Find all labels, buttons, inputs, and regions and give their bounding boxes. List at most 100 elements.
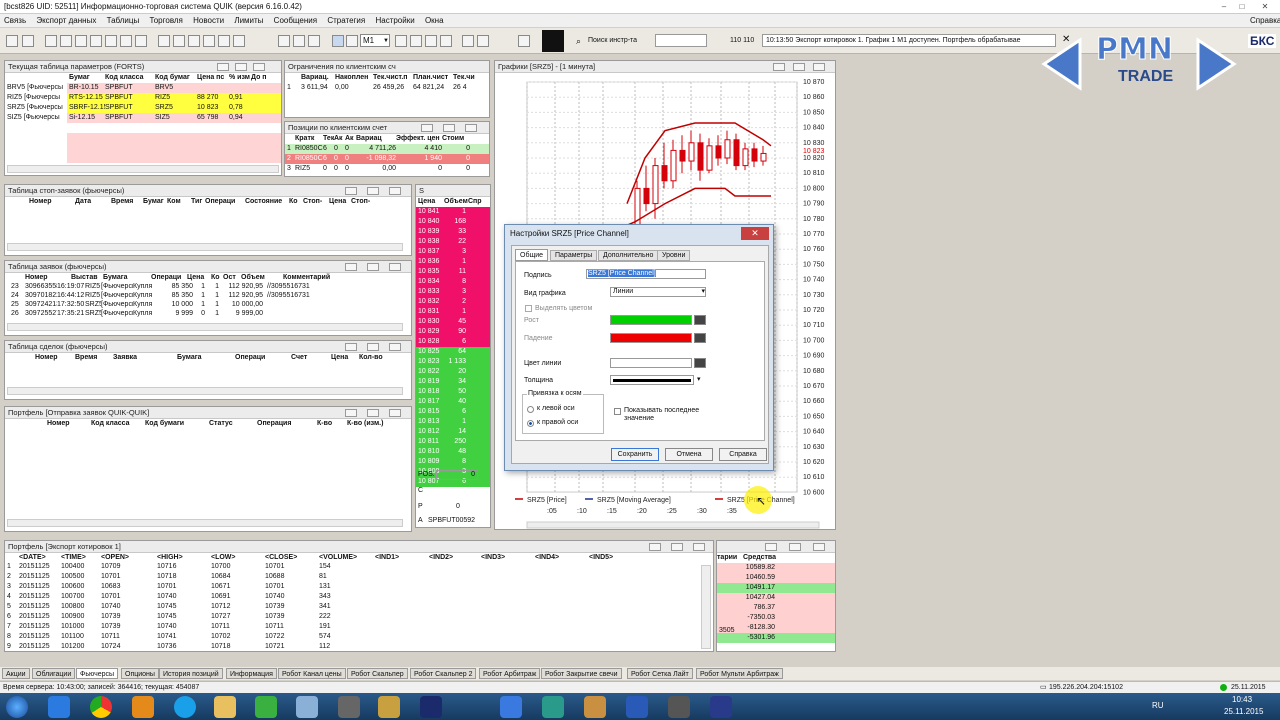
panel-close-button[interactable] [389,343,401,351]
order-book-row[interactable]: 10 836 1 [416,257,490,267]
tool-icon[interactable] [6,35,18,47]
order-book-row[interactable]: 10 822 20 [416,367,490,377]
menu-export[interactable]: Экспорт данных [36,16,96,25]
panel-minimize-button[interactable] [345,263,357,271]
printer-icon[interactable] [338,696,360,718]
minimize-button[interactable]: – [1218,1,1230,12]
tool-icon[interactable] [218,35,230,47]
table-row[interactable]: SIZ5 [Фьючерсы Si-12.15 SPBFUT SIZ5 65 798 0,… [5,113,281,123]
order-book-row[interactable]: 10 838 22 [416,237,490,247]
funds-row[interactable]: 786.37 [717,603,835,613]
table-row[interactable]: 23309663558516:19:07RIZ5[Фьючерсы]Купля8… [5,282,411,291]
left-axis-radio[interactable] [527,406,534,413]
dialog-close-button[interactable]: ✕ [741,227,769,240]
line-tool-icon[interactable] [462,35,474,47]
table-row[interactable]: 5 20151125 100800 10740 10745 10712 10739 341 [5,602,713,612]
right-axis-radio[interactable] [527,420,534,427]
panel-minimize-button[interactable] [765,543,777,551]
app-icon[interactable] [255,696,277,718]
horizontal-scrollbar[interactable] [7,519,403,527]
tab-info[interactable]: Информация [226,668,277,679]
panel-close-button[interactable] [813,543,825,551]
maximize-button[interactable]: □ [1236,1,1248,12]
tab-positions-history[interactable]: История позиций [159,668,223,679]
panel-maximize-button[interactable] [367,263,379,271]
table-icon[interactable] [90,35,102,47]
menu-tables[interactable]: Таблицы [107,16,140,25]
ie-icon[interactable] [48,696,70,718]
table-row[interactable]: 2 RI0850C6 0 0 -1 098,32 1 940 0 [285,154,489,164]
table-row[interactable]: 4 20151125 100700 10701 10740 10691 10740 343 [5,592,713,602]
interval-select[interactable]: M1 ▼ [360,34,390,47]
menu-strategy[interactable]: Стратегия [327,16,365,25]
photoshop-icon[interactable] [420,696,442,718]
search-input[interactable] [655,34,707,47]
fall-color-swatch[interactable] [610,333,692,343]
order-book-row[interactable]: 10 815 6 [416,407,490,417]
pos-input[interactable]: 0 [436,470,478,480]
tab-robot-scalper-2[interactable]: Робот Скальпер 2 [410,668,477,679]
rise-color-swatch[interactable] [610,315,692,325]
panel-minimize-button[interactable] [345,187,357,195]
color-picker-icon[interactable] [694,333,706,343]
table-row[interactable]: 25309724213217:32:50SRZ5[Фьючерсы]Купля1… [5,300,411,309]
app-icon[interactable] [584,696,606,718]
funds-row[interactable]: -7350.03 [717,613,835,623]
menu-limits[interactable]: Лимиты [234,16,263,25]
tab-bonds[interactable]: Облигации [32,668,76,679]
table-row[interactable]: 7 20151125 101000 10739 10740 10711 10711 191 [5,622,713,632]
order-book-row[interactable]: 10 839 33 [416,227,490,237]
table-row[interactable]: 1 20151125 100400 10709 10716 10700 10701 154 [5,562,713,572]
skype-icon[interactable] [174,696,196,718]
menu-news[interactable]: Новости [193,16,224,25]
tab-shares[interactable]: Акции [2,668,30,679]
table-row[interactable]: 9 20151125 101200 10724 10736 10718 10721 112 [5,642,713,652]
tab-additional[interactable]: Дополнительно [598,250,659,261]
tab-params[interactable]: Параметры [550,250,598,261]
chart-tool-icon[interactable] [278,35,290,47]
table-row[interactable]: 2 20151125 100500 10701 10718 10684 10688 81 [5,572,713,582]
table-icon[interactable] [105,35,117,47]
table-icon[interactable] [45,35,57,47]
horizontal-scrollbar[interactable] [7,323,403,331]
filter-icon[interactable] [158,35,170,47]
order-book-row[interactable]: 10 818 50 [416,387,490,397]
order-book-row[interactable]: 10 817 40 [416,397,490,407]
tab-levels[interactable]: Уровни [657,250,691,261]
menu-trade[interactable]: Торговля [149,16,182,25]
word-icon[interactable] [626,696,648,718]
folder-icon[interactable] [214,696,236,718]
label-input[interactable]: SRZ5 [Price Channel] [586,269,706,279]
menu-windows[interactable]: Окна [425,16,444,25]
horizontal-scrollbar[interactable] [7,165,279,173]
menu-settings[interactable]: Настройки [375,16,414,25]
candle-icon[interactable] [332,35,344,47]
order-book-row[interactable]: 10 834 8 [416,277,490,287]
add-icon[interactable] [518,35,530,47]
menu-link[interactable]: Связь [4,16,26,25]
table-row[interactable]: 8 20151125 101100 10711 10741 10702 10722 574 [5,632,713,642]
tab-futures[interactable]: Фьючерсы [76,668,119,679]
tab-robot-multi-arbitrage[interactable]: Робот Мульти Арбитраж [696,668,783,679]
tab-robot-grid[interactable]: Робот Сетка Лайт [627,668,693,679]
table-row[interactable]: 1 RI0850C6 0 0 4 711,26 4 410 0 [285,144,489,154]
tool-icon[interactable] [410,35,422,47]
panel-minimize-button[interactable] [345,409,357,417]
show-last-checkbox[interactable] [614,408,621,415]
bar-chart-icon[interactable] [346,35,358,47]
order-book-row[interactable]: 10 841 1 [416,207,490,217]
menu-help[interactable]: Справка [1250,14,1280,27]
table-row[interactable]: 13 611,94 0,00 26 459,26 64 821,24 26 4 [285,83,489,93]
panel-close-button[interactable] [389,263,401,271]
panel-minimize-button[interactable] [217,63,229,71]
text-icon[interactable] [173,35,185,47]
order-book-row[interactable]: 10 811 250 [416,437,490,447]
color-picker-icon[interactable] [694,315,706,325]
funds-row[interactable]: 10460.59 [717,573,835,583]
table-icon[interactable] [75,35,87,47]
crosshair-icon[interactable] [395,35,407,47]
tool-icon[interactable] [188,35,200,47]
order-book-row[interactable]: 10 813 1 [416,417,490,427]
panel-minimize-button[interactable] [773,63,785,71]
table-row[interactable]: BRV5 [Фьючерсы BR-10.15 SPBFUT BRV5 [5,83,281,93]
